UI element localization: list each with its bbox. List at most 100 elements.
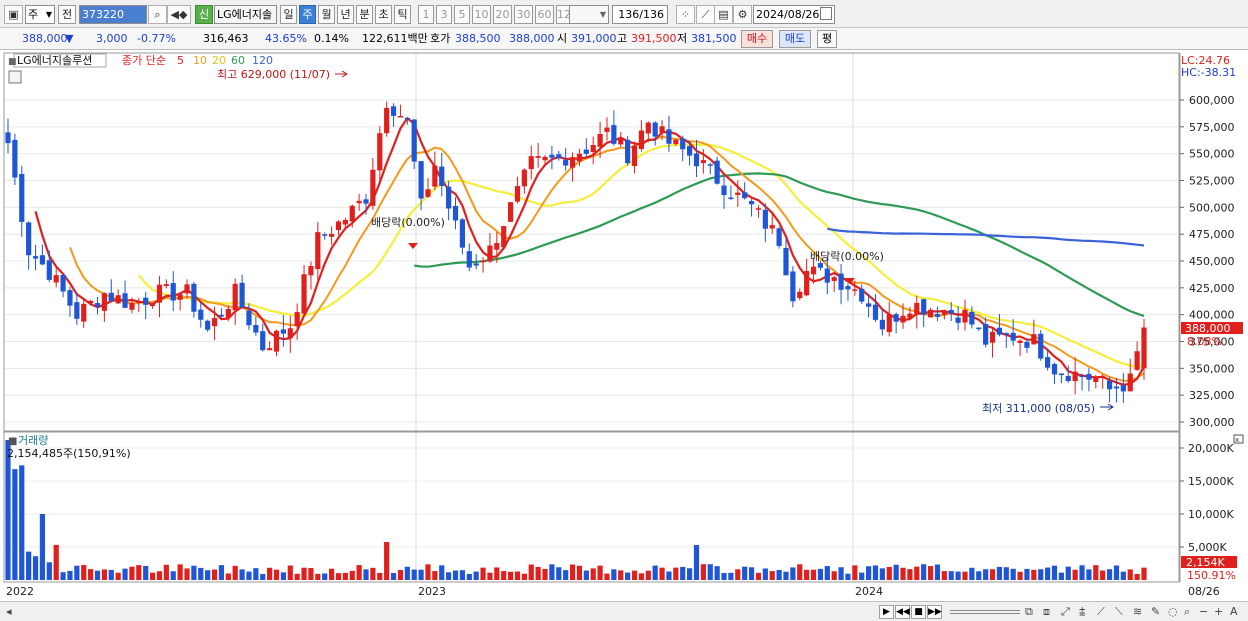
text-tool-icon[interactable]: ✎ (1151, 604, 1160, 620)
interval-input[interactable]: ▼ (569, 5, 609, 24)
interval-button-10[interactable]: 10 (472, 5, 491, 24)
volume-bar (273, 569, 280, 580)
window-icon[interactable]: ▣ (4, 5, 23, 24)
expand-icon[interactable]: ⤢ (1061, 604, 1070, 620)
interval-button-60[interactable]: 60 (535, 5, 554, 24)
save-icon[interactable]: ▤ (714, 5, 733, 24)
trend-line-icon[interactable]: ⟋ (1097, 604, 1105, 620)
count-field[interactable]: 136/136 (612, 5, 668, 24)
candle-body (859, 288, 865, 302)
candle-body (1010, 332, 1016, 341)
draw-line-icon[interactable]: ⟋ (696, 5, 715, 24)
current-price: 388,000 (22, 32, 68, 45)
close-icon[interactable]: x (1235, 436, 1239, 444)
rewind-icon[interactable]: ◀◀ (895, 605, 910, 619)
volume-bar (914, 566, 920, 580)
interval-button-30[interactable]: 30 (514, 5, 533, 24)
low-label: 저 (677, 32, 688, 45)
candle-body (432, 165, 438, 187)
period-button-1[interactable]: 주 (299, 5, 316, 24)
candle-body (824, 268, 830, 283)
candle-body (39, 255, 46, 265)
period-menu[interactable]: 주 ▼ (25, 5, 55, 24)
candle-body (156, 284, 163, 303)
speaker-icon[interactable]: ◀◆ (167, 5, 191, 24)
zoom-in-icon[interactable]: + (1214, 604, 1223, 620)
candle-body (205, 320, 211, 330)
volume-bar (611, 569, 617, 580)
volume-bar (26, 551, 32, 580)
candle-body (714, 160, 720, 184)
period-button-0[interactable]: 일 (280, 5, 297, 24)
price-tick-label: 550,000 (1189, 148, 1235, 161)
volume-bar (287, 565, 293, 580)
volume-bar (473, 571, 479, 580)
scroll-left-icon[interactable]: ◂ (6, 604, 12, 620)
candle-body (914, 302, 920, 315)
volume-bar (60, 572, 66, 580)
interval-button-1[interactable]: 1 (418, 5, 434, 24)
search-icon[interactable]: ⌕ (148, 5, 167, 24)
scatter-icon[interactable]: ⁘ (676, 5, 695, 24)
stock-chart[interactable]: ■ LG에너지솔루션 종가 단순 5 10 20 60 120 최고 629,0… (0, 51, 1248, 601)
period-button-2[interactable]: 월 (318, 5, 335, 24)
stock-code-input[interactable]: 373220▼ (79, 5, 160, 24)
volume-bar (748, 567, 755, 580)
candle-body (74, 302, 80, 319)
stock-name-field[interactable]: LG에너지솔 (214, 5, 277, 24)
candle-body (948, 310, 954, 314)
period-button-5[interactable]: 초 (375, 5, 392, 24)
candle-body (356, 200, 362, 204)
volume-bar (452, 570, 459, 580)
candle-body (425, 189, 431, 197)
volume-bar (487, 572, 493, 580)
candle-body (638, 130, 645, 150)
zoom-out-icon[interactable]: − (1199, 604, 1208, 620)
interval-button-3[interactable]: 3 (436, 5, 452, 24)
period-button-3[interactable]: 년 (337, 5, 354, 24)
stop-icon[interactable]: ■ (911, 605, 926, 619)
fast-forward-icon[interactable]: ▶▶ (927, 605, 942, 619)
candle-body (108, 292, 114, 302)
buy-button[interactable]: 매수 (741, 30, 773, 48)
gear-icon[interactable]: ⚙ (733, 5, 752, 24)
interval-button-20[interactable]: 20 (493, 5, 512, 24)
fib-icon[interactable]: ≋ (1133, 604, 1142, 620)
table-toggle-icon[interactable] (8, 70, 22, 84)
eraser-icon[interactable]: ◌ (1168, 604, 1178, 620)
volume-bar (983, 569, 989, 580)
compare-icon[interactable]: ⧈ (1043, 604, 1050, 620)
volume-bar (370, 567, 376, 580)
prev-button[interactable]: 전 (58, 5, 76, 24)
zoom-slider[interactable] (950, 610, 1020, 614)
layout-icon[interactable]: ⧉ (1025, 604, 1033, 620)
eval-button[interactable]: 평 (817, 30, 837, 48)
interval-button-5[interactable]: 5 (454, 5, 470, 24)
candle-body (88, 300, 94, 304)
candle-body (1072, 371, 1078, 382)
volume-bar (1003, 567, 1009, 580)
volume-bar (762, 568, 768, 580)
volume-tick-label: 5,000K (1188, 541, 1227, 554)
search-zoom-icon[interactable]: ⌕ (1184, 604, 1190, 620)
play-icon[interactable]: ▶ (879, 605, 894, 619)
candle-body (969, 311, 975, 325)
ray-icon[interactable]: ⟍ (1115, 604, 1123, 620)
volume-bar (74, 565, 80, 580)
candle-body (776, 228, 782, 246)
sell-button[interactable]: 매도 (779, 30, 811, 48)
period-button-6[interactable]: 틱 (394, 5, 411, 24)
date-input[interactable]: 2024/08/26 (753, 5, 835, 24)
crosshair-icon[interactable]: ⩲ (1079, 604, 1085, 620)
volume-bar (356, 565, 362, 580)
volume-bar (294, 573, 300, 580)
period-button-4[interactable]: 분 (356, 5, 373, 24)
font-size-icon[interactable]: A (1230, 604, 1238, 620)
candle-body (790, 271, 796, 302)
candle-body (287, 328, 293, 338)
period-menu-value: 주 (28, 8, 39, 21)
calendar-icon[interactable] (820, 7, 832, 20)
candle-body (143, 297, 149, 305)
candle-body (721, 185, 727, 196)
volume-bar (680, 566, 686, 580)
